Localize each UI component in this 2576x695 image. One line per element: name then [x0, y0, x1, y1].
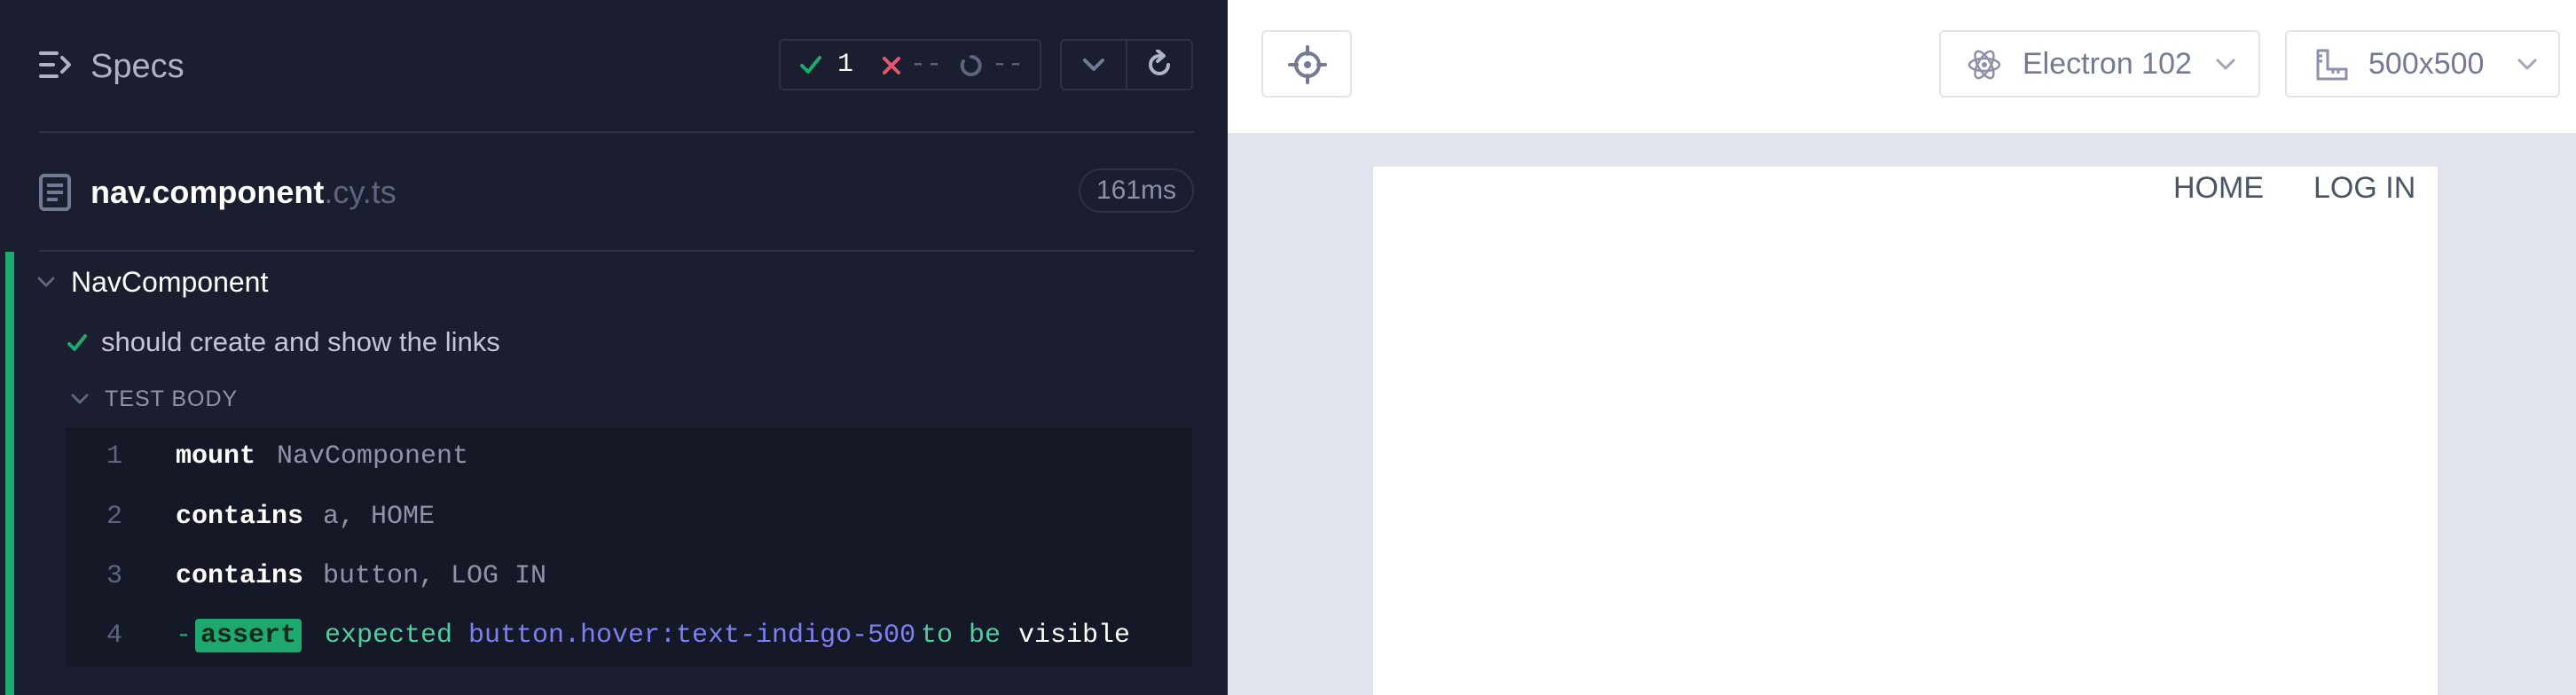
- browser-label: Electron 102: [2022, 47, 2192, 81]
- specs-title[interactable]: Specs: [90, 46, 185, 87]
- chevron-down-icon: [1083, 59, 1104, 71]
- viewport-label: 500x500: [2368, 47, 2485, 81]
- command-row[interactable]: 4 - assert expected button.hover:text-in…: [66, 606, 1192, 665]
- chevron-down-icon: [2517, 59, 2537, 70]
- pass-indicator-bar: [5, 252, 14, 695]
- app-preview-panel: Electron 102 500x500 HOME LOG IN: [1228, 0, 2576, 695]
- assert-word-to-be: to be: [921, 621, 1001, 651]
- command-row[interactable]: 3 contains button, LOG IN: [66, 547, 1192, 605]
- command-number: 3: [106, 561, 123, 591]
- spec-file-extension: .cy.ts: [324, 174, 397, 210]
- assert-dash: -: [176, 621, 192, 651]
- spec-runner-panel: Specs 1 -- -- nav.component.cy.ts 161ms …: [0, 0, 1228, 695]
- passed-count: 1: [837, 50, 854, 80]
- spec-file-basename: nav.component: [90, 174, 325, 210]
- assert-word-expected: expected: [325, 621, 453, 651]
- test-body-label[interactable]: TEST BODY: [105, 383, 238, 415]
- aut-nav-login-button[interactable]: LOG IN: [2313, 170, 2415, 206]
- command-message: a, HOME: [323, 502, 436, 532]
- collapse-all-button[interactable]: [1060, 39, 1127, 90]
- assert-badge: assert: [195, 619, 302, 652]
- command-name: contains: [176, 502, 304, 532]
- crosshair-icon: [1288, 45, 1327, 84]
- command-log: 1 mount NavComponent 2 contains a, HOME …: [66, 427, 1192, 667]
- assert-subject: button.hover:text-indigo-500: [468, 621, 916, 651]
- viewport-select[interactable]: 500x500: [2285, 30, 2560, 98]
- chevron-down-icon[interactable]: [71, 394, 89, 406]
- test-title[interactable]: should create and show the links: [101, 324, 500, 360]
- x-icon: [883, 57, 900, 74]
- chevron-down-icon[interactable]: [37, 277, 55, 289]
- divider: [39, 131, 1194, 133]
- aut-iframe[interactable]: [1373, 167, 2438, 695]
- divider: [39, 250, 1194, 252]
- check-icon: [800, 56, 821, 74]
- pending-icon: [960, 55, 982, 76]
- command-row[interactable]: 1 mount NavComponent: [66, 427, 1192, 486]
- refresh-icon: [1149, 50, 1170, 75]
- command-number: 4: [106, 621, 123, 651]
- ruler-icon: [2316, 49, 2348, 81]
- command-row[interactable]: 2 contains a, HOME: [66, 488, 1192, 546]
- command-number: 1: [106, 441, 123, 472]
- document-icon: [39, 174, 71, 211]
- aut-nav-home-link[interactable]: HOME: [2173, 170, 2264, 206]
- command-message: button, LOG IN: [323, 561, 547, 591]
- command-name: contains: [176, 561, 304, 591]
- rerun-button[interactable]: [1126, 39, 1193, 90]
- selector-playground-button[interactable]: [1261, 30, 1352, 98]
- chevron-down-icon: [2216, 59, 2235, 70]
- check-icon: [67, 334, 87, 351]
- browser-select[interactable]: Electron 102: [1939, 30, 2260, 98]
- run-stats: 1 -- --: [779, 39, 1041, 90]
- suite-title[interactable]: NavComponent: [71, 264, 268, 300]
- assert-word-visible: visible: [1018, 621, 1131, 651]
- duration-badge: 161ms: [1079, 168, 1194, 213]
- electron-icon: [1967, 50, 2001, 80]
- spec-file-name: nav.component.cy.ts: [90, 172, 397, 213]
- failed-count: --: [910, 50, 943, 80]
- command-name: mount: [176, 441, 256, 472]
- command-message: NavComponent: [277, 441, 469, 472]
- pending-count: --: [992, 50, 1025, 80]
- command-number: 2: [106, 502, 123, 532]
- menu-expand-icon[interactable]: [39, 50, 73, 80]
